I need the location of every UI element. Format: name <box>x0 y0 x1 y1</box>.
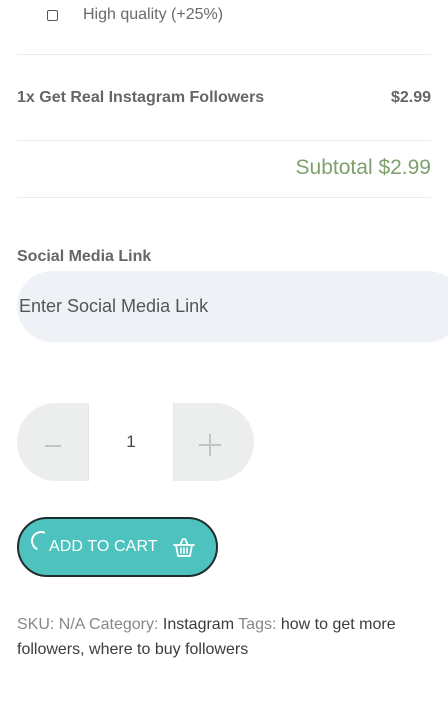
order-item-price: $2.99 <box>390 89 431 106</box>
order-item-name: 1x Get Real Instagram Followers <box>17 89 265 106</box>
social-media-link-input[interactable] <box>17 271 448 342</box>
sku-value: N/A <box>58 616 85 633</box>
tags-label: Tags: <box>238 616 277 633</box>
social-media-link-label: Social Media Link <box>17 248 152 265</box>
order-item-row: 1x Get Real Instagram Followers $2.99 <box>17 88 431 108</box>
basket-icon <box>172 536 196 558</box>
quantity-increase-button[interactable] <box>174 403 245 481</box>
divider <box>17 140 431 141</box>
plus-icon <box>198 434 221 456</box>
divider <box>17 54 431 55</box>
divider <box>17 197 431 198</box>
high-quality-checkbox[interactable] <box>47 9 58 21</box>
quantity-value[interactable]: 1 <box>88 403 174 481</box>
category-link[interactable]: Instagram <box>163 616 234 633</box>
minus-icon <box>44 445 61 447</box>
product-meta: SKU: N/A Category: Instagram Tags: how t… <box>17 612 431 662</box>
subtotal: Subtotal $2.99 <box>295 156 431 179</box>
quantity-decrease-button[interactable] <box>17 403 88 481</box>
high-quality-option[interactable]: High quality (+25%) <box>47 4 223 26</box>
high-quality-label: High quality (+25%) <box>83 6 224 23</box>
add-to-cart-button[interactable]: ADD TO CART <box>17 517 218 577</box>
sku-label: SKU: <box>17 616 55 633</box>
quantity-stepper: 1 <box>17 403 254 481</box>
category-label: Category: <box>89 616 159 633</box>
add-to-cart-label: ADD TO CART <box>49 538 158 555</box>
